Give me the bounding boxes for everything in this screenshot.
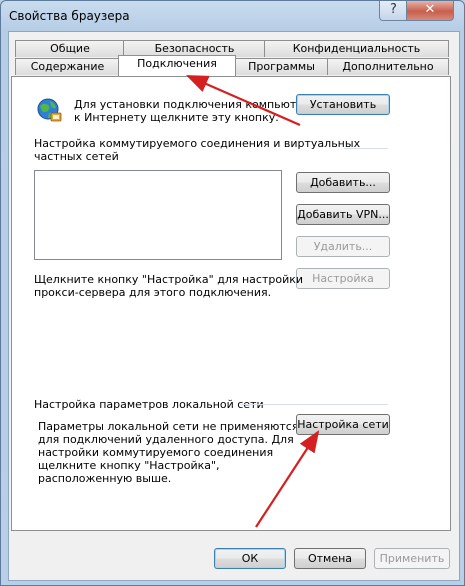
globe-network-icon [36, 97, 62, 123]
lan-text-line1: Параметры локальной сети не применяются [38, 420, 299, 433]
dialup-heading-line2: частных сетей [34, 150, 119, 163]
proxy-settings-button[interactable]: Настройка [296, 268, 390, 289]
lan-text-line5: расположенную выше. [38, 472, 172, 485]
add-vpn-button[interactable]: Добавить VPN... [296, 204, 390, 225]
tab-general[interactable]: Общие [15, 40, 125, 57]
tab-content[interactable]: Содержание [15, 58, 120, 75]
close-button[interactable]: ✕ [406, 1, 454, 21]
remove-button[interactable]: Удалить... [296, 236, 390, 257]
ok-button[interactable]: ОК [214, 548, 286, 569]
lan-heading: Настройка параметров локальной сети [34, 398, 264, 411]
tab-privacy[interactable]: Конфиденциальность [264, 40, 449, 57]
tab-programs[interactable]: Программы [234, 58, 329, 75]
setup-text-line2: к Интернету щелкните эту кнопку. [74, 111, 279, 124]
apply-button[interactable]: Применить [374, 548, 450, 569]
help-button[interactable]: ? [379, 1, 408, 21]
setup-text-line1: Для установки подключения компьютера [74, 98, 317, 111]
connections-list[interactable] [34, 170, 282, 260]
cancel-button[interactable]: Отмена [294, 548, 366, 569]
setup-button[interactable]: Установить [296, 94, 390, 115]
lan-settings-button[interactable]: Настройка сети [296, 414, 390, 435]
tab-connections[interactable]: Подключения [118, 55, 236, 76]
dialup-hint-line2: прокси-сервера для этого подключения. [34, 286, 272, 299]
dialup-heading-line1: Настройка коммутируемого соединения и ви… [34, 137, 361, 150]
lan-text-line3: настройки коммутируемого соединения [38, 446, 274, 459]
dialup-hint-line1: Щелкните кнопку "Настройка" для настройк… [34, 273, 304, 286]
add-button[interactable]: Добавить... [296, 172, 390, 193]
window-title: Свойства браузера [9, 9, 130, 23]
lan-separator [240, 404, 388, 405]
lan-text-line2: для подключений удаленного доступа. Для [38, 433, 294, 446]
dialup-separator [344, 148, 388, 149]
lan-text-line4: щелкните кнопку "Настройка", [38, 459, 220, 472]
tab-advanced[interactable]: Дополнительно [327, 58, 449, 75]
